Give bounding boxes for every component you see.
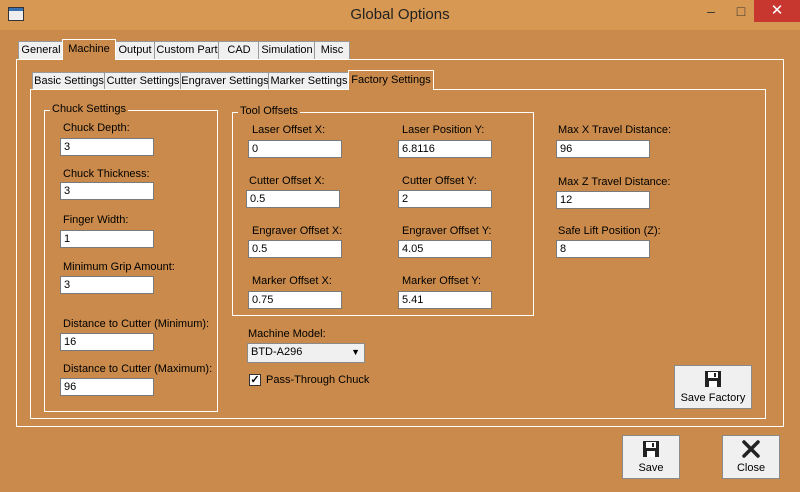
tool-offsets-legend: Tool Offsets	[238, 105, 300, 117]
minimize-icon[interactable]: –	[694, 0, 728, 22]
minimum-grip-input[interactable]: 3	[60, 276, 154, 294]
tab-engraver-settings[interactable]: Engraver Settings	[180, 72, 270, 89]
tab-output[interactable]: Output	[114, 41, 156, 59]
close-window-icon[interactable]: ✕	[754, 0, 800, 22]
chevron-down-icon: ▼	[351, 347, 360, 357]
max-z-travel-input[interactable]: 12	[556, 191, 650, 209]
engraver-offset-y-input[interactable]: 4.05	[398, 240, 492, 258]
close-button[interactable]: Close	[722, 435, 780, 479]
cutter-offset-y-input[interactable]: 2	[398, 190, 492, 208]
finger-width-input[interactable]: 1	[60, 230, 154, 248]
engraver-offset-x-input[interactable]: 0.5	[248, 240, 342, 258]
safe-lift-label: Safe Lift Position (Z):	[558, 225, 661, 237]
distance-max-label: Distance to Cutter (Maximum):	[63, 363, 213, 375]
window-title: Global Options	[350, 6, 450, 23]
distance-min-input[interactable]: 16	[60, 333, 154, 351]
close-x-icon	[742, 440, 760, 458]
tab-marker-settings[interactable]: Marker Settings	[268, 72, 350, 89]
save-label: Save	[638, 462, 664, 474]
pass-through-label: Pass-Through Chuck	[266, 374, 370, 386]
tab-general[interactable]: General	[18, 41, 64, 59]
tab-misc[interactable]: Misc	[314, 41, 350, 59]
chuck-depth-input[interactable]: 3	[60, 138, 154, 156]
maximize-icon[interactable]: □	[724, 0, 758, 22]
machine-model-label: Machine Model:	[248, 328, 326, 340]
laser-offset-x-label: Laser Offset X:	[252, 124, 326, 136]
pass-through-checkbox[interactable]: ✓	[249, 374, 261, 386]
finger-width-label: Finger Width:	[63, 214, 129, 226]
marker-offset-y-label: Marker Offset Y:	[402, 275, 482, 287]
chuck-thickness-label: Chuck Thickness:	[63, 168, 150, 180]
machine-model-select[interactable]: BTD-A296 ▼	[247, 343, 365, 363]
floppy-disk-icon	[705, 371, 721, 387]
distance-min-label: Distance to Cutter (Minimum):	[63, 318, 210, 330]
tab-basic-settings[interactable]: Basic Settings	[32, 72, 106, 89]
chuck-depth-label: Chuck Depth:	[63, 122, 130, 134]
save-factory-label: Save Factory	[680, 392, 746, 404]
max-x-travel-input[interactable]: 96	[556, 140, 650, 158]
tab-machine[interactable]: Machine	[62, 39, 116, 60]
chuck-settings-legend: Chuck Settings	[50, 103, 128, 115]
safe-lift-input[interactable]: 8	[556, 240, 650, 258]
marker-offset-x-input[interactable]: 0.75	[248, 291, 342, 309]
save-button[interactable]: Save	[622, 435, 680, 479]
tab-cad[interactable]: CAD	[218, 41, 260, 59]
tab-custom-part[interactable]: Custom Part	[154, 41, 220, 59]
tab-cutter-settings[interactable]: Cutter Settings	[104, 72, 182, 89]
engraver-offset-y-label: Engraver Offset Y:	[402, 225, 492, 237]
distance-max-input[interactable]: 96	[60, 378, 154, 396]
close-label: Close	[736, 462, 766, 474]
minimum-grip-label: Minimum Grip Amount:	[63, 261, 175, 273]
marker-offset-x-label: Marker Offset X:	[252, 275, 332, 287]
floppy-disk-icon	[643, 441, 659, 457]
tab-simulation[interactable]: Simulation	[258, 41, 316, 59]
laser-position-y-input[interactable]: 6.8116	[398, 140, 492, 158]
machine-model-value: BTD-A296	[251, 346, 303, 358]
laser-offset-x-input[interactable]: 0	[248, 140, 342, 158]
cutter-offset-x-input[interactable]: 0.5	[246, 190, 340, 208]
max-z-travel-label: Max Z Travel Distance:	[558, 176, 671, 188]
save-factory-button[interactable]: Save Factory	[674, 365, 752, 409]
tab-factory-settings[interactable]: Factory Settings	[348, 70, 434, 90]
marker-offset-y-input[interactable]: 5.41	[398, 291, 492, 309]
cutter-offset-y-label: Cutter Offset Y:	[402, 175, 477, 187]
engraver-offset-x-label: Engraver Offset X:	[252, 225, 343, 237]
chuck-thickness-input[interactable]: 3	[60, 182, 154, 200]
laser-position-y-label: Laser Position Y:	[402, 124, 485, 136]
max-x-travel-label: Max X Travel Distance:	[558, 124, 672, 136]
cutter-offset-x-label: Cutter Offset X:	[249, 175, 325, 187]
